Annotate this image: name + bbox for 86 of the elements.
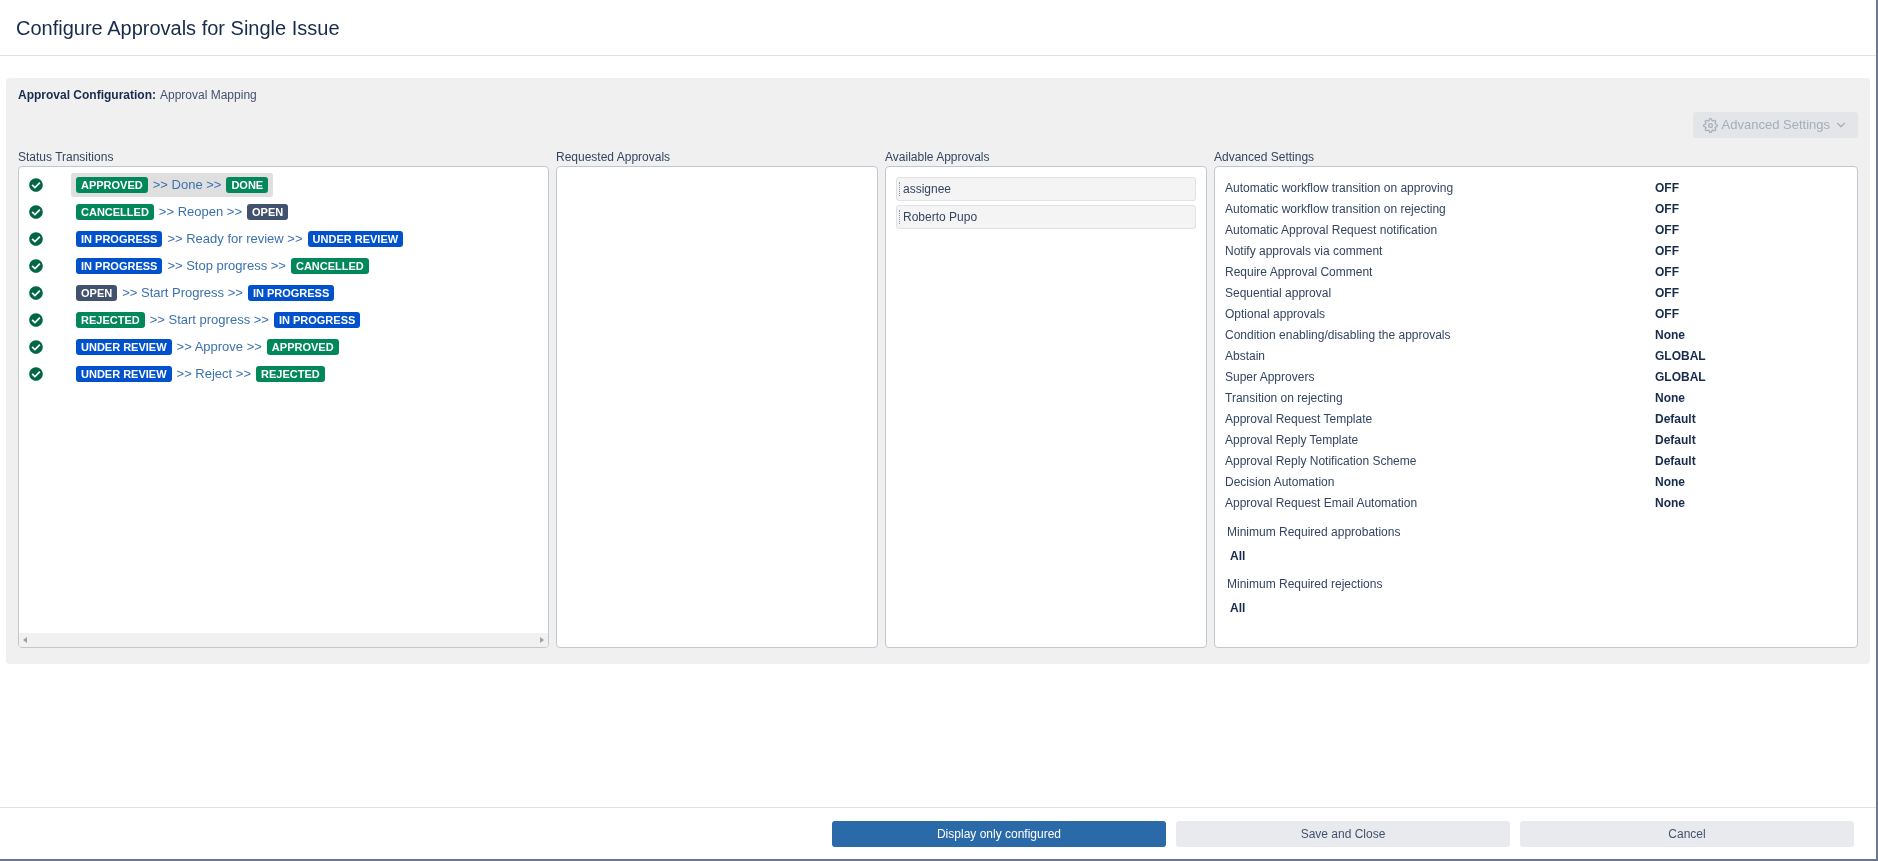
setting-value: All <box>1229 548 1247 565</box>
setting-value: OFF <box>1655 305 1679 323</box>
setting-label: Approval Request Email Automation <box>1225 494 1419 512</box>
column-heading: Requested Approvals <box>556 149 672 166</box>
status-lozenge: UNDER REVIEW <box>307 231 404 247</box>
dialog-title: Configure Approvals for Single Issue <box>16 15 340 41</box>
setting-label: Optional approvals <box>1225 305 1327 323</box>
status-lozenge: IN PROGRESS <box>76 231 163 247</box>
dialog-button[interactable]: Save and Close <box>1176 820 1510 847</box>
transition-item[interactable]: UNDER REVIEW >> Approve >> APPROVED <box>71 335 344 359</box>
setting-label: Automatic Approval Request notification <box>1225 221 1439 239</box>
status-lozenge: OPEN <box>247 204 289 220</box>
setting-value: Default <box>1655 452 1696 470</box>
settings-icon <box>1702 117 1718 133</box>
transition-item[interactable]: OPEN >> Start Progress >> IN PROGRESS <box>71 281 340 305</box>
config-label: Approval Configuration: <box>18 87 156 104</box>
drag-handle-icon[interactable] <box>899 182 901 196</box>
transition-item[interactable]: UNDER REVIEW >> Reject >> REJECTED <box>71 362 330 386</box>
setting-value: Default <box>1655 431 1696 449</box>
setting-label: Approval Reply Template <box>1225 431 1360 449</box>
setting-value: None <box>1655 494 1685 512</box>
setting-label: Notify approvals via comment <box>1225 242 1384 260</box>
setting-label: Decision Automation <box>1225 473 1336 491</box>
setting-value: OFF <box>1655 221 1679 239</box>
setting-label: Require Approval Comment <box>1225 263 1374 281</box>
dialog-button[interactable]: Display only configured <box>832 820 1166 847</box>
transition-name: >> Approve >> <box>176 338 262 357</box>
transition-name: >> Reject >> <box>176 365 251 384</box>
column-heading: Available Approvals <box>885 149 991 166</box>
setting-value: Default <box>1655 410 1696 428</box>
status-lozenge: REJECTED <box>256 366 325 382</box>
transition-name: >> Start Progress >> <box>122 284 243 303</box>
setting-value: None <box>1655 473 1685 491</box>
setting-value: OFF <box>1655 179 1679 197</box>
setting-label: Abstain <box>1225 347 1267 365</box>
scroll-right-icon[interactable] <box>540 637 544 643</box>
setting-label: Sequential approval <box>1225 284 1333 302</box>
setting-label: Approval Reply Notification Scheme <box>1225 452 1418 470</box>
transition-name: >> Start progress >> <box>149 311 269 330</box>
setting-label: Condition enabling/disabling the approvals <box>1225 326 1452 344</box>
status-lozenge: CANCELLED <box>290 258 369 274</box>
status-lozenge: APPROVED <box>266 339 339 355</box>
approver-item[interactable]: Roberto Pupo <box>896 205 1196 229</box>
status-lozenge: IN PROGRESS <box>247 285 335 301</box>
config-value: Approval Mapping <box>160 87 257 104</box>
status-lozenge: IN PROGRESS <box>273 312 361 328</box>
transition-item[interactable]: REJECTED >> Start progress >> IN PROGRESS <box>71 308 366 332</box>
status-lozenge: DONE <box>226 177 269 193</box>
setting-value: OFF <box>1655 200 1679 218</box>
column-heading: Advanced Settings <box>1214 149 1316 166</box>
status-lozenge: APPROVED <box>76 177 148 193</box>
transition-item[interactable]: IN PROGRESS >> Stop progress >> CANCELLED <box>71 254 374 278</box>
transition-name: >> Reopen >> <box>158 203 242 222</box>
transition-item[interactable]: APPROVED >> Done >> DONE <box>71 173 274 197</box>
status-lozenge: OPEN <box>76 285 118 301</box>
scroll-left-icon[interactable] <box>23 637 27 643</box>
setting-label: Automatic workflow transition on rejecting <box>1225 200 1447 218</box>
setting-value: None <box>1655 389 1685 407</box>
transition-name: >> Stop progress >> <box>167 257 286 276</box>
drag-handle-icon[interactable] <box>899 210 901 224</box>
setting-value: All <box>1229 600 1247 617</box>
transition-name: >> Ready for review >> <box>167 230 303 249</box>
dialog-button[interactable]: Cancel <box>1520 820 1854 847</box>
status-lozenge: IN PROGRESS <box>76 258 163 274</box>
status-lozenge: UNDER REVIEW <box>76 339 172 355</box>
setting-label: Super Approvers <box>1225 368 1316 386</box>
setting-value: OFF <box>1655 284 1679 302</box>
transition-item[interactable]: IN PROGRESS >> Ready for review >> UNDER REVIEW <box>71 227 409 251</box>
setting-value: OFF <box>1655 263 1679 281</box>
status-lozenge: REJECTED <box>76 312 145 328</box>
column-heading: Status Transitions <box>18 149 115 166</box>
transition-name: >> Done >> <box>152 176 222 195</box>
setting-value: GLOBAL <box>1655 368 1706 386</box>
setting-label: Minimum Required rejections <box>1227 576 1384 593</box>
setting-value: OFF <box>1655 242 1679 260</box>
status-lozenge: UNDER REVIEW <box>76 366 172 382</box>
setting-value: None <box>1655 326 1685 344</box>
horizontal-scrollbar[interactable] <box>19 633 548 647</box>
setting-label: Transition on rejecting <box>1225 389 1344 407</box>
setting-value: GLOBAL <box>1655 347 1706 365</box>
setting-label: Approval Request Template <box>1225 410 1374 428</box>
setting-label: Automatic workflow transition on approving <box>1225 179 1455 197</box>
status-lozenge: CANCELLED <box>76 204 154 220</box>
transition-item[interactable]: CANCELLED >> Reopen >> OPEN <box>71 200 294 224</box>
setting-label: Minimum Required approbations <box>1227 524 1402 541</box>
approver-item[interactable]: assignee <box>896 177 1196 201</box>
